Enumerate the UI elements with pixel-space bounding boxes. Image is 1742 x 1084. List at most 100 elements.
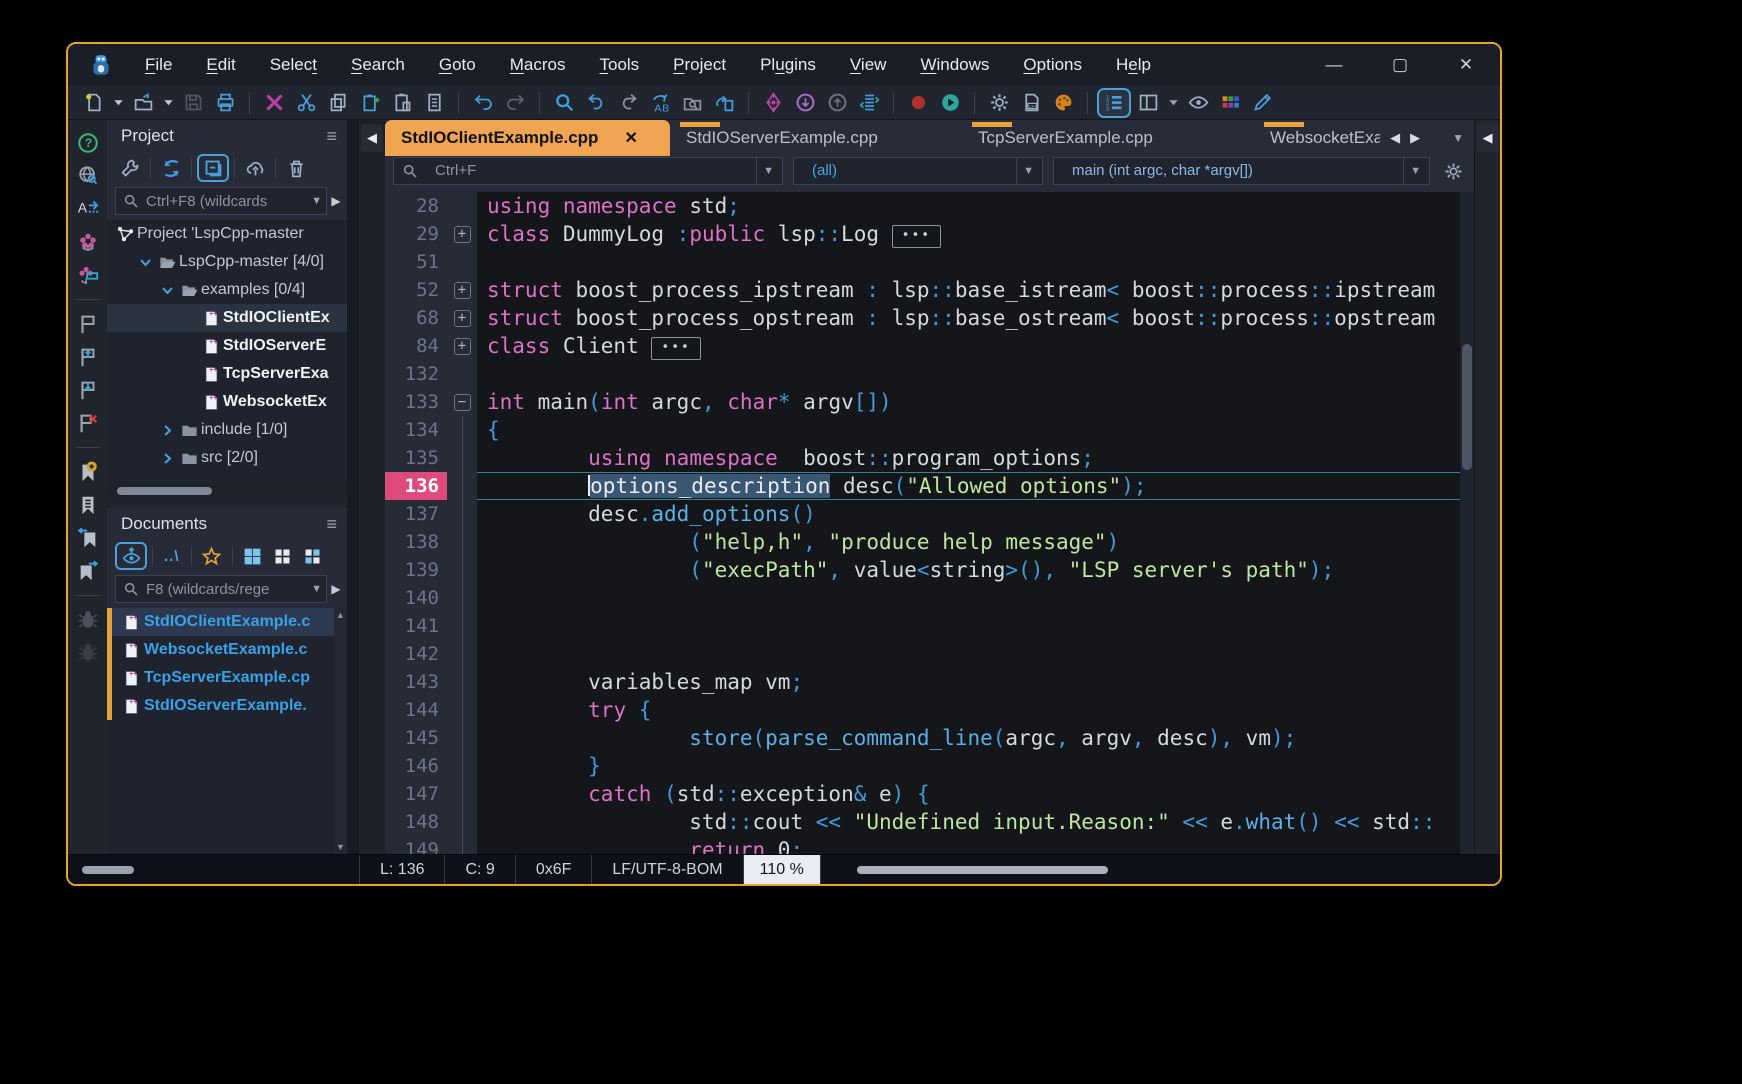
bookmark-add-button[interactable] bbox=[75, 459, 101, 485]
menu-goto[interactable]: Goto bbox=[426, 51, 489, 79]
chevron-down-icon[interactable]: ▼ bbox=[1403, 158, 1427, 184]
line-number[interactable]: 148 bbox=[385, 808, 447, 836]
documents-grid-blue-button[interactable] bbox=[238, 542, 268, 570]
color-grid-button[interactable] bbox=[1215, 89, 1245, 117]
code-line-147[interactable]: 147 catch (std::exception& e) { bbox=[385, 780, 1460, 808]
chevron-down-icon[interactable]: ▼ bbox=[307, 583, 322, 595]
tree-item-stdioservere[interactable]: ++StdIOServerE bbox=[107, 332, 347, 360]
record-button[interactable] bbox=[903, 89, 933, 117]
project-refresh-button[interactable] bbox=[156, 154, 186, 182]
editor-hscrollbar[interactable] bbox=[820, 855, 1500, 884]
document-item[interactable]: ++TcpServerExample.cp bbox=[107, 664, 347, 692]
documents-parent-path-button[interactable]: ..\ bbox=[158, 548, 186, 565]
line-number[interactable]: 141 bbox=[385, 612, 447, 640]
code-line-68[interactable]: 68+struct boost_process_opstream : lsp::… bbox=[385, 304, 1460, 332]
line-number[interactable]: 140 bbox=[385, 584, 447, 612]
documents-search-next-icon[interactable]: ▶ bbox=[329, 582, 343, 596]
tab-websocketexa[interactable]: WebsocketExa bbox=[1254, 120, 1380, 156]
tab-close-icon[interactable]: ✕ bbox=[624, 128, 637, 148]
maximize-button[interactable]: ▢ bbox=[1380, 55, 1420, 75]
project-trash-button[interactable] bbox=[281, 154, 311, 182]
fold-collapse-icon[interactable]: − bbox=[454, 394, 471, 411]
symbol-combobox[interactable]: main (int argc, char *argv[]) ▼ bbox=[1053, 157, 1430, 185]
replace-in-files-button[interactable] bbox=[709, 89, 739, 117]
globe-search-button[interactable] bbox=[75, 163, 101, 189]
project-cloud-up-button[interactable] bbox=[240, 154, 270, 182]
split-view-button[interactable] bbox=[1133, 89, 1163, 117]
documents-eye-up-button[interactable] bbox=[115, 542, 147, 570]
code-line-135[interactable]: 135 using namespace boost::program_optio… bbox=[385, 444, 1460, 472]
project-menu-icon[interactable]: ≡ bbox=[326, 126, 337, 147]
new-file-button[interactable] bbox=[78, 89, 108, 117]
chevron-down-icon[interactable] bbox=[157, 284, 177, 297]
print-button[interactable] bbox=[210, 89, 240, 117]
line-number[interactable]: 139 bbox=[385, 556, 447, 584]
chevron-right-icon[interactable] bbox=[157, 452, 177, 465]
line-number[interactable]: 29 bbox=[385, 220, 447, 248]
code-line-132[interactable]: 132 bbox=[385, 360, 1460, 388]
documents-grid-white-button[interactable] bbox=[268, 542, 298, 570]
code-line-143[interactable]: 143 variables_map vm; bbox=[385, 668, 1460, 696]
project-wrench-button[interactable] bbox=[115, 154, 145, 182]
pencil-button[interactable] bbox=[1247, 89, 1277, 117]
eye-button[interactable] bbox=[1183, 89, 1213, 117]
marker-list-button[interactable] bbox=[854, 89, 884, 117]
code-line-28[interactable]: 28using namespace std; bbox=[385, 192, 1460, 220]
code-line-134[interactable]: 134{ bbox=[385, 416, 1460, 444]
notes-button[interactable] bbox=[419, 89, 449, 117]
line-number[interactable]: 142 bbox=[385, 640, 447, 668]
circle-down-button[interactable] bbox=[790, 89, 820, 117]
line-number[interactable]: 137 bbox=[385, 500, 447, 528]
line-number[interactable]: 136 bbox=[385, 472, 447, 500]
caret-down-button[interactable] bbox=[1165, 89, 1181, 117]
flower-button[interactable] bbox=[75, 229, 101, 255]
project-search-input[interactable]: Ctrl+F8 (wildcards ▼ bbox=[115, 187, 327, 215]
line-number[interactable]: 133 bbox=[385, 388, 447, 416]
line-number[interactable]: 145 bbox=[385, 724, 447, 752]
status-encoding[interactable]: LF/UTF-8-BOM bbox=[591, 855, 742, 884]
bookmark-list-button[interactable] bbox=[75, 492, 101, 518]
copy-button[interactable] bbox=[323, 89, 353, 117]
tab-stdioserverexample-cpp[interactable]: StdIOServerExample.cpp bbox=[670, 120, 962, 156]
collapse-sidebar-icon[interactable]: ◀ bbox=[361, 124, 383, 152]
menu-file[interactable]: File bbox=[132, 51, 185, 79]
code-area[interactable]: 28using namespace std;29+class DummyLog … bbox=[385, 192, 1474, 854]
replace-button[interactable]: AB bbox=[645, 89, 675, 117]
tree-item-examples-0-4-[interactable]: examples [0/4] bbox=[107, 276, 347, 304]
flag-up-button[interactable] bbox=[75, 344, 101, 370]
tree-item-websocketex[interactable]: ++WebsocketEx bbox=[107, 388, 347, 416]
line-number[interactable]: 134 bbox=[385, 416, 447, 444]
menu-edit[interactable]: Edit bbox=[193, 51, 248, 79]
play-button[interactable] bbox=[935, 89, 965, 117]
minimize-button[interactable]: — bbox=[1314, 55, 1354, 75]
gear-button[interactable] bbox=[984, 89, 1014, 117]
folded-code-icon[interactable]: ••• bbox=[892, 225, 941, 248]
marker-target-button[interactable] bbox=[758, 89, 788, 117]
chevron-down-icon[interactable]: ▼ bbox=[1016, 158, 1040, 184]
numbered-list-button[interactable]: 123 bbox=[1097, 88, 1131, 118]
collapse-right-panel-icon[interactable]: ◀ bbox=[1477, 124, 1499, 152]
bookmark-prev-button[interactable] bbox=[75, 525, 101, 551]
circle-up-button[interactable] bbox=[822, 89, 852, 117]
status-zoom[interactable]: 110 % bbox=[743, 855, 820, 884]
paste-add-button[interactable] bbox=[355, 89, 385, 117]
code-line-29[interactable]: 29+class DummyLog :public lsp::Log ••• bbox=[385, 220, 1460, 248]
menu-view[interactable]: View bbox=[837, 51, 900, 79]
find-next-button[interactable] bbox=[613, 89, 643, 117]
chevron-down-icon[interactable] bbox=[135, 256, 155, 269]
editor-vscrollbar[interactable] bbox=[1460, 192, 1474, 854]
tab-tcpserverexample-cpp[interactable]: TcpServerExample.cpp bbox=[962, 120, 1254, 156]
project-search-next-icon[interactable]: ▶ bbox=[329, 194, 343, 208]
bug-button[interactable] bbox=[75, 607, 101, 633]
find-prev-button[interactable] bbox=[581, 89, 611, 117]
line-number[interactable]: 138 bbox=[385, 528, 447, 556]
menu-select[interactable]: Select bbox=[257, 51, 330, 79]
save-button[interactable] bbox=[178, 89, 208, 117]
line-number[interactable]: 132 bbox=[385, 360, 447, 388]
line-number[interactable]: 149 bbox=[385, 836, 447, 854]
tree-item-lspcpp-master-4-0-[interactable]: LspCpp-master [4/0] bbox=[107, 248, 347, 276]
line-number[interactable]: 146 bbox=[385, 752, 447, 780]
scope-combobox[interactable]: (all) ▼ bbox=[793, 157, 1043, 185]
code-line-137[interactable]: 137 desc.add_options() bbox=[385, 500, 1460, 528]
tab-list-dropdown-icon[interactable]: ▼ bbox=[1452, 131, 1464, 145]
